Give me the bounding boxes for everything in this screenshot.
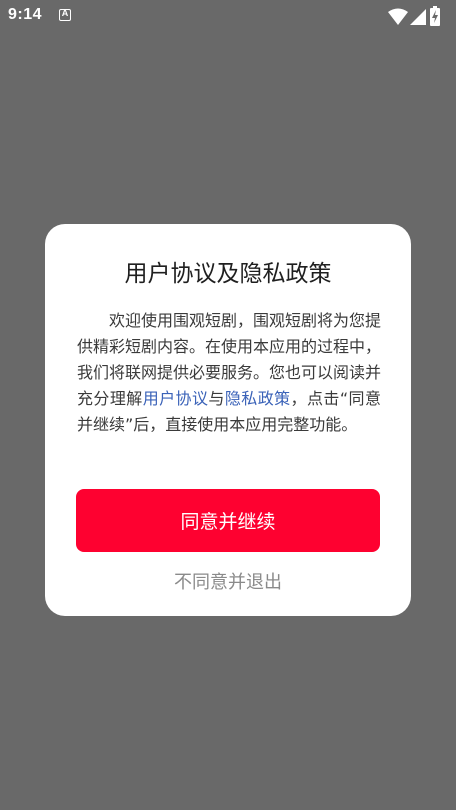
disagree-and-exit-button[interactable]: 不同意并退出 — [76, 566, 380, 596]
status-icons — [388, 6, 448, 26]
wifi-icon — [388, 8, 408, 25]
agree-and-continue-button[interactable]: 同意并继续 — [76, 489, 380, 552]
background-text-fragment — [450, 505, 456, 519]
status-time: 9:14 — [8, 6, 43, 23]
battery-charging-icon — [430, 6, 440, 26]
dialog-body: 欢迎使用围观短剧，围观短剧将为您提供精彩短剧内容。在使用本应用的过程中，我们将联… — [77, 308, 381, 438]
privacy-dialog: 用户协议及隐私政策 欢迎使用围观短剧，围观短剧将为您提供精彩短剧内容。在使用本应… — [45, 224, 411, 616]
notification-icon: A — [59, 8, 71, 21]
privacy-policy-link[interactable]: 隐私政策 — [225, 389, 291, 408]
status-bar: 9:14 A — [0, 0, 456, 32]
body-text-and: 与 — [208, 389, 225, 408]
notification-letter: A — [61, 8, 69, 18]
cellular-signal-icon — [410, 9, 426, 25]
background-text-fragment — [450, 250, 456, 264]
background-text-fragment — [450, 315, 456, 329]
user-agreement-link[interactable]: 用户协议 — [143, 389, 209, 408]
dialog-title: 用户协议及隐私政策 — [124, 261, 332, 287]
